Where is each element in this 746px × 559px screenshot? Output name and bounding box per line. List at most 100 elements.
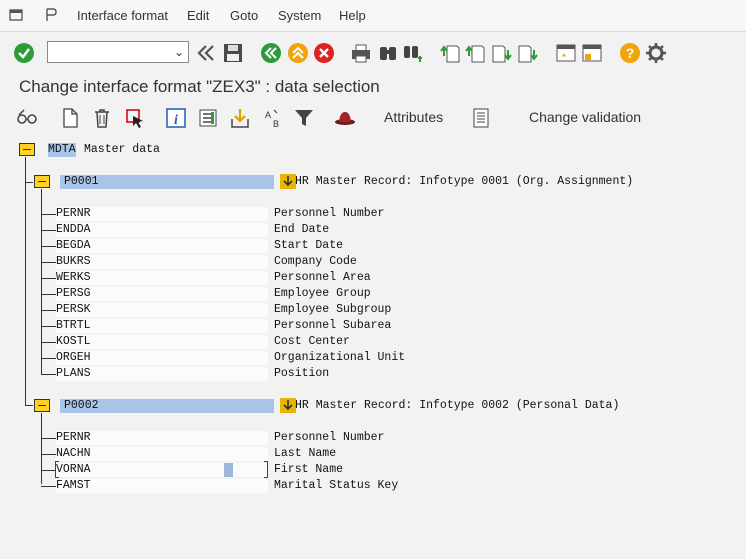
exit-icon[interactable] [287, 42, 309, 64]
infotype-node-p0002[interactable]: P0002 [60, 399, 274, 413]
field-row[interactable]: BUKRS [56, 255, 268, 269]
field-row[interactable]: BTRTL [56, 319, 268, 333]
tree-connector [41, 189, 42, 374]
help-icon[interactable]: ? [619, 42, 641, 64]
info-icon[interactable]: i [165, 107, 187, 129]
list-icon[interactable] [197, 107, 219, 129]
find-icon[interactable] [377, 42, 399, 64]
field-name: PERNR [56, 431, 91, 444]
new-session-icon[interactable] [555, 42, 577, 64]
cancel-icon[interactable] [313, 42, 335, 64]
infotype-description: HR Master Record: Infotype 0001 (Org. As… [295, 175, 634, 188]
menu-system[interactable]: System [278, 8, 321, 23]
svg-text:B: B [273, 119, 279, 129]
field-name: PERNR [56, 207, 91, 220]
filter-icon[interactable] [293, 107, 315, 129]
field-description: Cost Center [274, 335, 350, 348]
import-icon[interactable] [229, 107, 251, 129]
tree-connector [41, 262, 56, 263]
page-title: Change interface format "ZEX3" : data se… [19, 77, 380, 96]
sort-icon[interactable]: A B [262, 107, 284, 129]
menu-goto[interactable]: Goto [230, 8, 258, 23]
infotype-import-icon[interactable] [280, 174, 296, 189]
field-description: Personnel Number [274, 431, 385, 444]
last-page-icon[interactable] [516, 42, 538, 64]
menu-interface-format[interactable]: Interface format [77, 8, 168, 23]
field-name: ENDDA [56, 223, 91, 236]
root-node-label: Master data [84, 143, 160, 156]
field-row[interactable]: PERNR [56, 207, 268, 221]
tree-connector [41, 230, 56, 231]
field-description: Position [274, 367, 330, 380]
field-row[interactable]: ORGEH [56, 351, 268, 365]
field-row[interactable]: BEGDA [56, 239, 268, 253]
tree-connector [25, 405, 33, 406]
find-next-icon[interactable] [402, 42, 424, 64]
field-row[interactable]: FAMST [56, 479, 268, 493]
change-validation-button[interactable]: Change validation [529, 109, 641, 125]
customize-layout-icon[interactable] [43, 7, 59, 23]
first-page-icon[interactable] [440, 42, 462, 64]
print-icon[interactable] [350, 42, 372, 64]
save-icon[interactable] [222, 42, 244, 64]
double-chevron-left-icon[interactable] [195, 42, 217, 64]
field-name: PERSG [56, 287, 91, 300]
field-row[interactable]: NACHN [56, 447, 268, 461]
tree-connector [41, 278, 56, 279]
menu-help[interactable]: Help [339, 8, 366, 23]
infotype-node-p0001[interactable]: P0001 [60, 175, 274, 189]
delete-icon[interactable] [91, 107, 113, 129]
field-row[interactable]: KOSTL [56, 335, 268, 349]
field-row[interactable]: ENDDA [56, 223, 268, 237]
field-row[interactable]: PERSK [56, 303, 268, 317]
field-name: BEGDA [56, 239, 91, 252]
field-row[interactable]: PERSG [56, 287, 268, 301]
validation-list-icon[interactable] [470, 107, 492, 129]
previous-page-icon[interactable] [465, 42, 487, 64]
tree-connector [41, 438, 56, 439]
field-description: Last Name [274, 447, 337, 460]
attributes-button[interactable]: Attributes [384, 109, 443, 125]
folder-open-icon[interactable] [19, 142, 35, 156]
tree-connector [25, 157, 26, 402]
field-row-focused[interactable]: VORNA [56, 463, 268, 477]
tree-connector [41, 310, 56, 311]
svg-text:?: ? [626, 45, 635, 61]
folder-open-icon[interactable] [34, 174, 50, 188]
field-row[interactable]: PERNR [56, 431, 268, 445]
hat-icon[interactable] [334, 107, 356, 129]
tree-connector [25, 182, 33, 183]
folder-open-icon[interactable] [34, 398, 50, 412]
back-icon[interactable] [260, 42, 282, 64]
field-description: Personnel Subarea [274, 319, 392, 332]
window-menu-icon[interactable] [8, 7, 24, 23]
menu-bar: Interface format Edit Goto System Help [0, 0, 746, 32]
field-description: First Name [274, 463, 344, 476]
field-name: PERSK [56, 303, 91, 316]
next-page-icon[interactable] [490, 42, 512, 64]
focus-bracket-right [264, 461, 268, 478]
menu-edit[interactable]: Edit [187, 8, 209, 23]
tree-connector [41, 326, 56, 327]
field-description: Marital Status Key [274, 479, 399, 492]
field-description: Company Code [274, 255, 357, 268]
tree-connector [41, 413, 42, 484]
command-field[interactable]: ⌄ [47, 41, 189, 63]
enter-icon[interactable] [13, 42, 35, 64]
field-name: BUKRS [56, 255, 91, 268]
focus-bracket-left [55, 461, 59, 478]
field-name: VORNA [56, 463, 91, 476]
select-icon[interactable] [124, 107, 146, 129]
field-row[interactable]: PLANS [56, 367, 268, 381]
field-row[interactable]: WERKS [56, 271, 268, 285]
root-node-code[interactable]: MDTA [48, 143, 76, 157]
field-description: Start Date [274, 239, 344, 252]
shortcut-icon[interactable] [581, 42, 603, 64]
tree-connector [41, 374, 56, 375]
display-change-icon[interactable] [16, 107, 38, 129]
infotype-import-icon[interactable] [280, 398, 296, 413]
create-icon[interactable] [59, 107, 81, 129]
chevron-down-icon[interactable]: ⌄ [174, 45, 184, 59]
settings-icon[interactable] [645, 42, 667, 64]
tree-connector [41, 214, 56, 215]
